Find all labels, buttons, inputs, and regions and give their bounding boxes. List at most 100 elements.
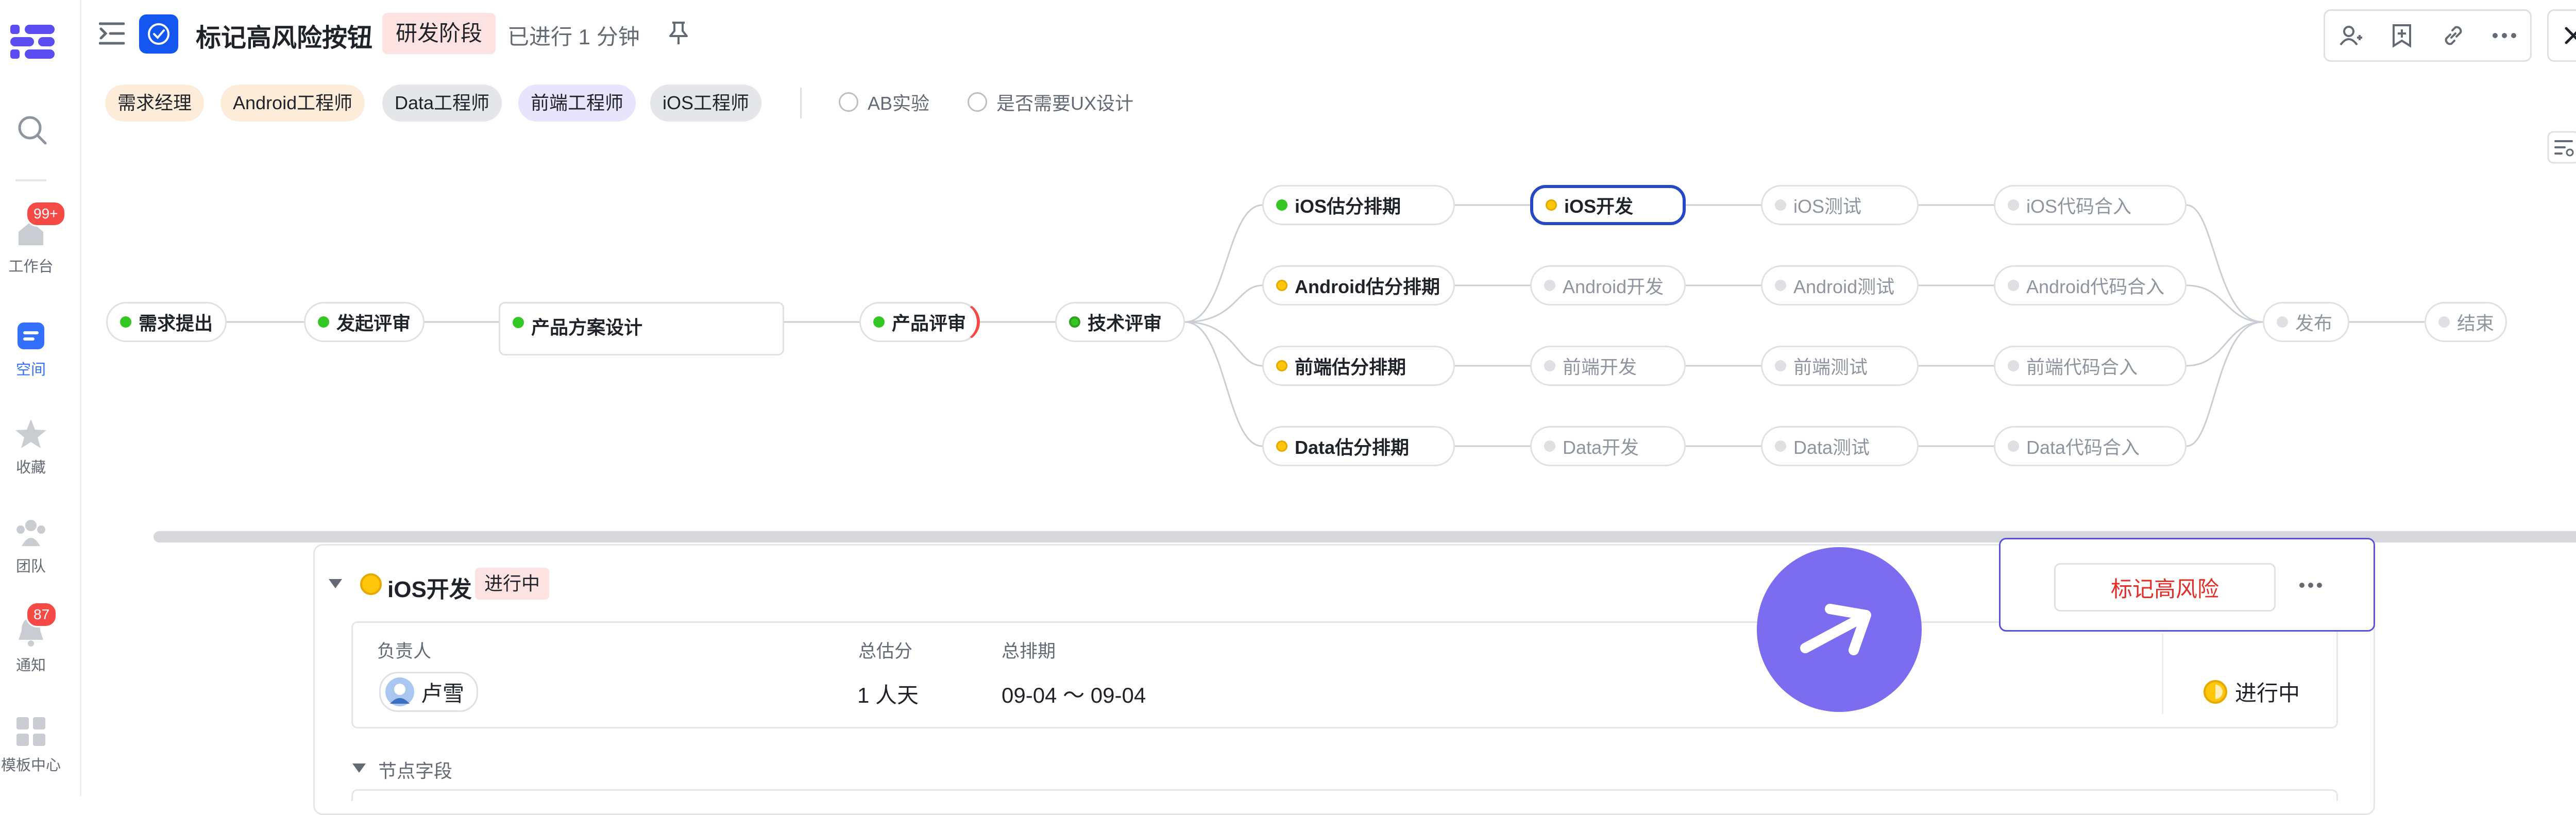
estimate-label: 总估分 (858, 641, 913, 661)
flow-node[interactable]: Android开发 (1530, 265, 1686, 305)
node-label: 产品评审 (892, 313, 967, 334)
status-dot (2008, 199, 2019, 211)
mark-high-risk-button[interactable]: 标记高风险 (2054, 563, 2276, 612)
sidebar-item-label: 团队 (15, 558, 46, 575)
status-dot (1276, 280, 1287, 291)
detail-title: iOS开发 (387, 577, 472, 602)
collapse-arrow-icon[interactable] (328, 578, 343, 589)
flow-node[interactable]: 前端测试 (1761, 346, 1919, 386)
node-label: Android代码合入 (2026, 276, 2165, 297)
node-label: Android开发 (1563, 276, 1664, 297)
status-badge: 进行中 (475, 568, 550, 600)
status-dot (1775, 440, 1786, 452)
arrow-icon (1800, 604, 1871, 655)
node-label: 前端估分排期 (1295, 356, 1406, 378)
node-label: iOS代码合入 (2026, 196, 2132, 217)
flow-node[interactable]: 发布 (2263, 302, 2349, 342)
node-label: iOS估分排期 (1295, 196, 1401, 217)
flow-node[interactable]: Android测试 (1761, 265, 1919, 305)
node-label: 前端代码合入 (2026, 356, 2138, 378)
flow-node[interactable]: Data代码合入 (1994, 426, 2187, 466)
status-dot (1775, 360, 1786, 371)
status-dot (1276, 360, 1287, 371)
flow-node[interactable]: Android估分排期 (1262, 265, 1455, 305)
status-dot (1775, 199, 1786, 211)
node-label: 前端开发 (1563, 356, 1637, 378)
status-dot (1544, 280, 1555, 291)
node-label: 发起评审 (336, 313, 411, 334)
flow-node[interactable]: 前端代码合入 (1994, 346, 2187, 386)
divider (2162, 634, 2163, 714)
owner-chip[interactable]: 卢雪 (379, 672, 479, 712)
flow-node[interactable]: iOS代码合入 (1994, 185, 2187, 225)
status-dot (2438, 316, 2450, 328)
status-dot (1544, 360, 1555, 371)
flow-node[interactable]: 产品评审 (859, 302, 980, 342)
status-dot (1069, 316, 1080, 328)
sidebar-item-label: 模板中心 (1, 757, 61, 774)
cursor-indicator (1757, 547, 1922, 712)
status-dot (120, 316, 131, 328)
flow-node[interactable]: 发起评审 (304, 302, 425, 342)
status-dot (1276, 440, 1287, 452)
flow-node[interactable]: iOS估分排期 (1262, 185, 1455, 225)
status-dot (1775, 280, 1786, 291)
node-label: iOS测试 (1793, 196, 1862, 217)
status-dot (2008, 440, 2019, 452)
flow-node[interactable]: 产品方案设计 (499, 302, 784, 355)
status-dot (873, 316, 885, 328)
node-state[interactable]: 进行中 (2203, 676, 2300, 707)
node-label: 发布 (2295, 313, 2333, 334)
node-label: 前端测试 (1793, 356, 1868, 378)
flow-node[interactable]: 前端开发 (1530, 346, 1686, 386)
flow-node[interactable]: 技术评审 (1055, 302, 1185, 342)
schedule-value[interactable]: 09-04 ～ 09-04 (1002, 678, 1146, 709)
node-label: Data测试 (1793, 437, 1870, 458)
flow-node[interactable]: Data估分排期 (1262, 426, 1455, 466)
node-label: Android测试 (1793, 276, 1895, 297)
template-grid-icon (14, 715, 47, 748)
node-label: iOS开发 (1564, 196, 1634, 217)
node-label: Data开发 (1563, 437, 1639, 458)
info-box (351, 621, 2338, 728)
sidebar-item-label: 通知 (15, 657, 46, 674)
status-dot (513, 317, 524, 328)
estimate-value[interactable]: 1 人天 (857, 678, 919, 709)
collapse-arrow-icon[interactable] (351, 762, 367, 774)
node-label: 技术评审 (1088, 313, 1162, 334)
flow-node[interactable]: Data开发 (1530, 426, 1686, 466)
flow-node-active[interactable]: iOS开发 (1530, 185, 1686, 225)
in-progress-icon (2204, 680, 2227, 704)
sidebar-item-team[interactable]: 团队 (0, 516, 62, 576)
node-state-label: 进行中 (2235, 681, 2300, 705)
status-dot-icon (360, 573, 382, 595)
flow-node[interactable]: 结束 (2425, 302, 2507, 342)
risk-popup: 标记高风险 (1999, 538, 2375, 632)
flow-node[interactable]: Data测试 (1761, 426, 1919, 466)
node-label: 产品方案设计 (531, 317, 643, 338)
node-label: Android估分排期 (1295, 276, 1440, 297)
status-dot (1276, 199, 1287, 211)
more-icon[interactable] (2298, 582, 2323, 589)
flow-node[interactable]: 前端估分排期 (1262, 346, 1455, 386)
status-dot (1546, 199, 1557, 211)
status-dot (1544, 440, 1555, 452)
schedule-label: 总排期 (1002, 641, 1056, 661)
team-icon (14, 516, 47, 549)
node-label: 结束 (2457, 313, 2495, 334)
node-label: Data代码合入 (2026, 437, 2140, 458)
flow-node[interactable]: Android代码合入 (1994, 265, 2187, 305)
status-dot (318, 316, 329, 328)
sidebar-item-notifications[interactable]: 通知 87 (0, 602, 62, 675)
flow-node[interactable]: 需求提出 (106, 302, 227, 342)
node-label: Data估分排期 (1295, 437, 1410, 458)
avatar (385, 677, 414, 706)
owner-name: 卢雪 (421, 681, 465, 706)
node-label: 需求提出 (139, 313, 213, 334)
status-dot (2277, 316, 2288, 328)
flow-node[interactable]: iOS测试 (1761, 185, 1919, 225)
field-box (351, 789, 2338, 801)
section-title: 节点字段 (378, 760, 453, 782)
sidebar-item-templates[interactable]: 模板中心 (0, 715, 62, 775)
owner-label: 负责人 (377, 641, 432, 661)
